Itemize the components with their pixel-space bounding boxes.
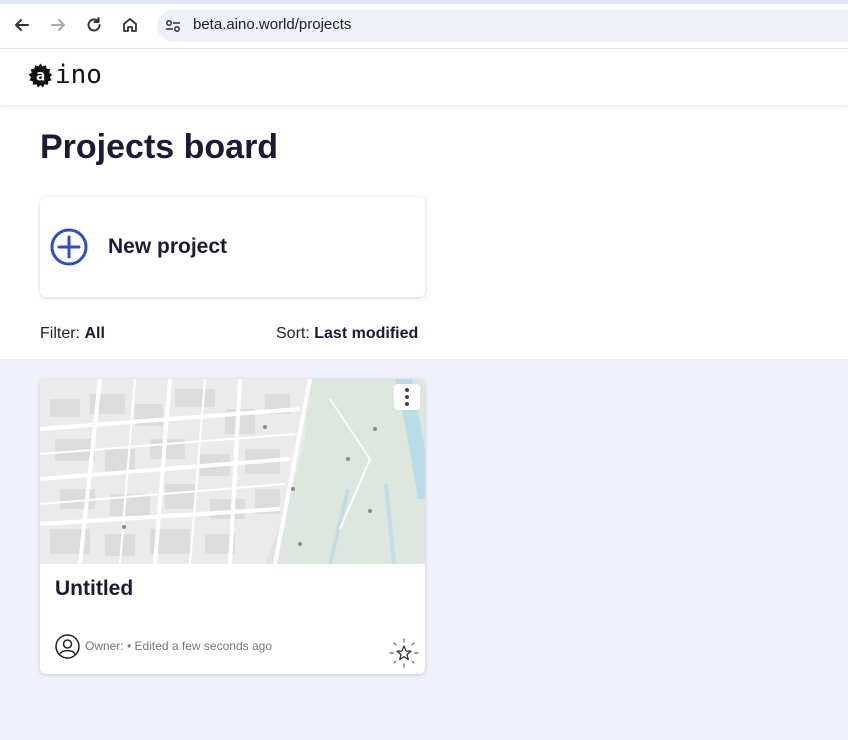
logo-text: ino — [55, 60, 102, 90]
project-card[interactable]: Untitled Owner: • Edited a few seconds a… — [40, 379, 425, 674]
forward-arrow-icon[interactable] — [46, 13, 70, 37]
more-vertical-icon[interactable] — [394, 384, 420, 410]
project-meta: Owner: • Edited a few seconds ago — [85, 639, 272, 653]
back-arrow-icon[interactable] — [10, 13, 34, 37]
project-title[interactable]: Untitled — [55, 577, 133, 601]
avatar-icon — [55, 634, 80, 659]
aino-logo[interactable]: a ino — [28, 60, 102, 90]
filter-value[interactable]: All — [84, 325, 104, 342]
plus-circle-icon — [50, 228, 88, 266]
new-project-label: New project — [108, 235, 228, 258]
favorite-star-icon[interactable] — [389, 638, 419, 668]
app-header: a ino — [0, 49, 848, 105]
filter-control[interactable]: Filter: All — [40, 325, 105, 343]
browser-toolbar: beta.aino.world/projects — [0, 0, 848, 49]
reload-icon[interactable] — [82, 13, 106, 37]
filter-label: Filter: — [40, 325, 80, 342]
sort-control[interactable]: Sort: Last modified — [276, 325, 418, 343]
url-text[interactable]: beta.aino.world/projects — [193, 16, 351, 33]
logo-badge-icon: a — [28, 63, 53, 88]
logo-badge-letter: a — [36, 67, 45, 85]
sort-label: Sort: — [276, 325, 310, 342]
site-settings-icon[interactable] — [165, 19, 181, 33]
map-thumbnail — [40, 379, 425, 564]
new-project-button[interactable]: New project — [40, 197, 425, 297]
home-icon[interactable] — [118, 13, 142, 37]
page-title: Projects board — [40, 128, 279, 166]
sort-value[interactable]: Last modified — [314, 325, 418, 342]
